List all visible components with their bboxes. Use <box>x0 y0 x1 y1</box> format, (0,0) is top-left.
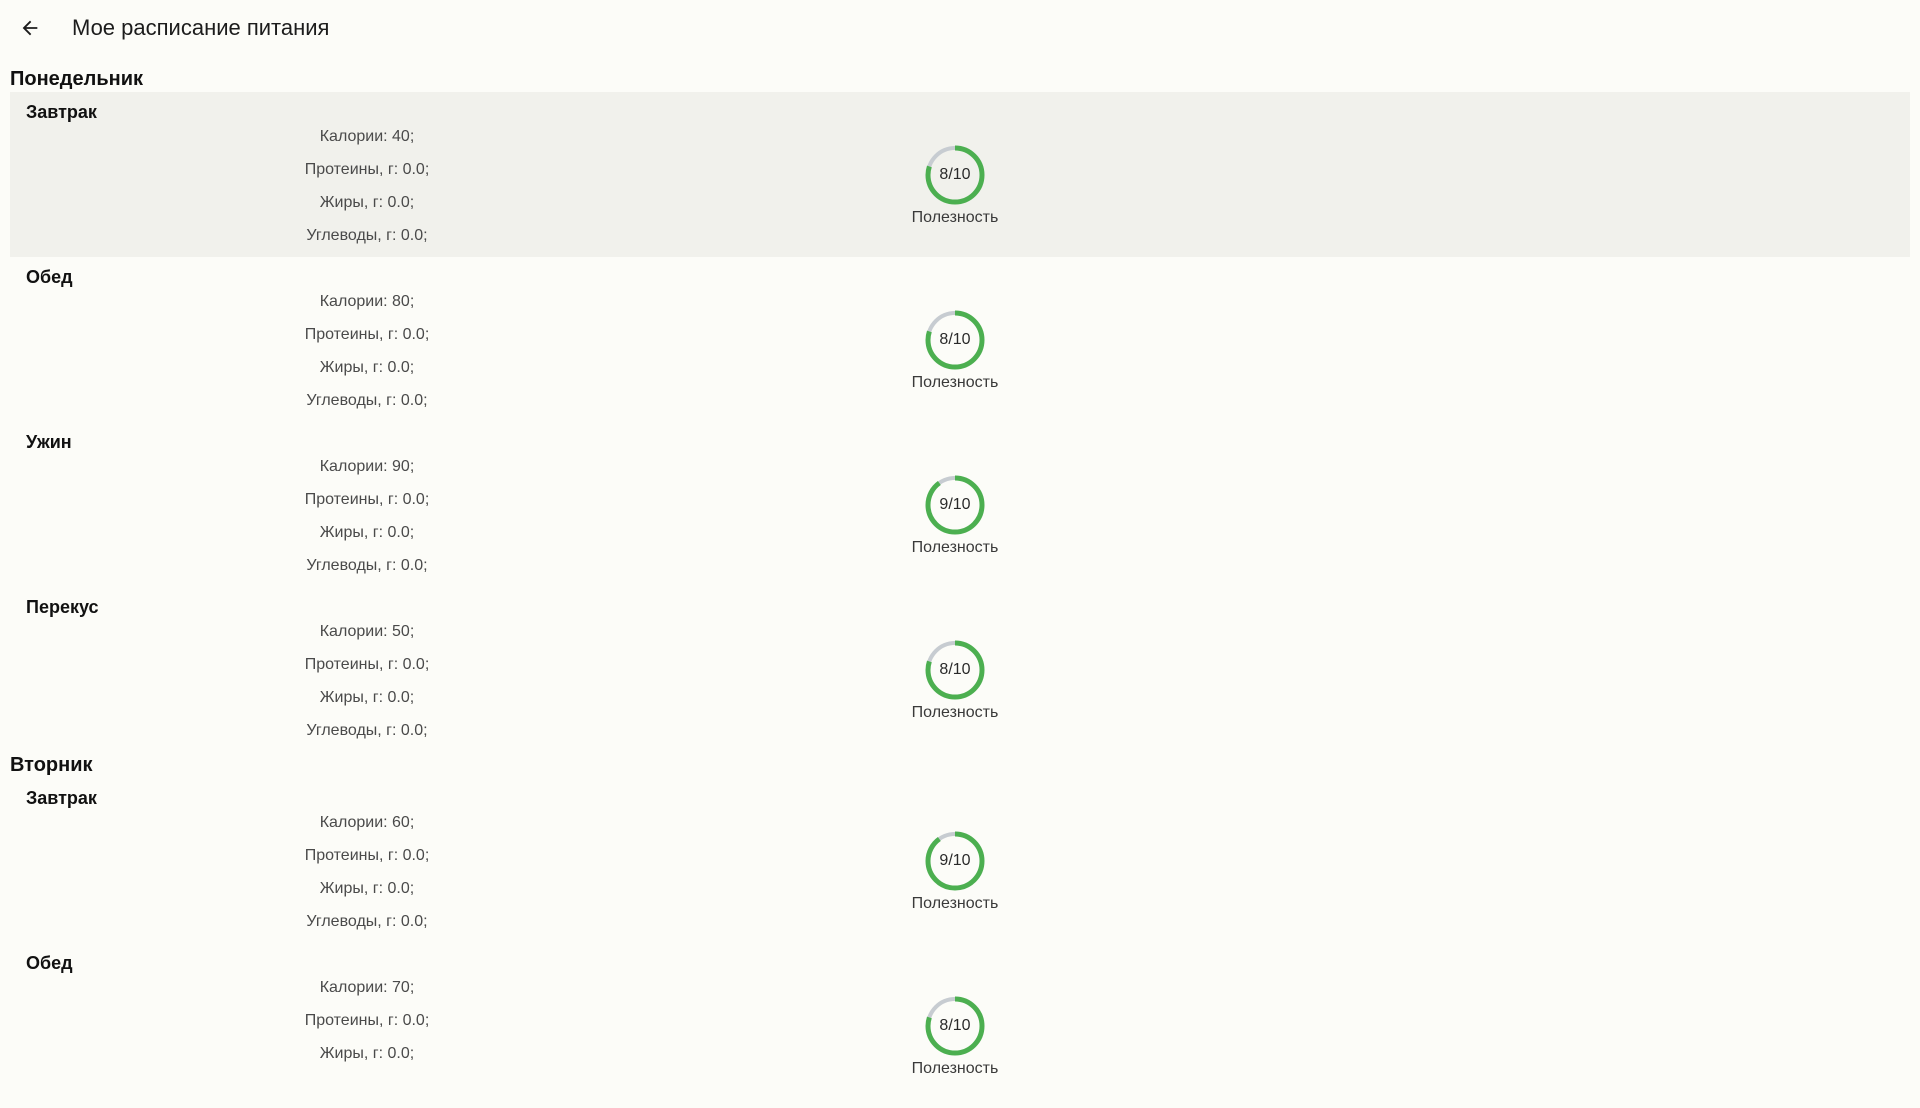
meal-card[interactable]: Завтрак Калории: 60; Протеины, г: 0.0; Жиры… <box>10 778 1910 943</box>
score-ring: 8/10 <box>924 639 986 701</box>
back-button[interactable] <box>14 12 46 44</box>
score-ring: 9/10 <box>924 474 986 536</box>
fat-text: Жиры, г: 0.0; <box>319 1045 415 1062</box>
fat-text: Жиры, г: 0.0; <box>319 880 415 897</box>
meal-name: Завтрак <box>26 102 97 122</box>
schedule-list[interactable]: Понедельник Завтрак Калории: 40; Протеины, … <box>10 66 1910 1108</box>
meal-card[interactable]: Ужин Калории: 90; Протеины, г: 0.0; Жиры, г… <box>10 422 1910 587</box>
score-ring: 8/10 <box>924 995 986 1057</box>
meal-name: Обед <box>26 267 73 287</box>
nutrient-list: Калории: 90; Протеины, г: 0.0; Жиры, г: 0.… <box>227 450 507 582</box>
calories-text: Калории: 50; <box>319 623 415 640</box>
protein-text: Протеины, г: 0.0; <box>304 491 430 508</box>
meal-name: Завтрак <box>26 788 97 808</box>
arrow-back-icon <box>22 20 38 36</box>
meal-card[interactable]: Обед Калории: 70; Протеины, г: 0.0; Жиры, г… <box>10 943 1910 1108</box>
carbs-text: Углеводы, г: 0.0; <box>306 392 428 409</box>
calories-text: Калории: 40; <box>319 128 415 145</box>
score-value: 8/10 <box>939 166 971 183</box>
score-label: Полезность <box>911 1060 999 1077</box>
usefulness-score: 8/10 Полезность <box>885 639 1025 724</box>
protein-text: Протеины, г: 0.0; <box>304 161 430 178</box>
carbs-text: Углеводы, г: 0.0; <box>306 227 428 244</box>
day-title: Вторник <box>10 754 93 776</box>
usefulness-score: 8/10 Полезность <box>885 995 1025 1080</box>
nutrient-list: Калории: 50; Протеины, г: 0.0; Жиры, г: 0.… <box>227 615 507 747</box>
nutrient-list: Калории: 80; Протеины, г: 0.0; Жиры, г: 0.… <box>227 285 507 417</box>
carbs-text: Углеводы, г: 0.0; <box>306 722 428 739</box>
fat-text: Жиры, г: 0.0; <box>319 689 415 706</box>
fat-text: Жиры, г: 0.0; <box>319 359 415 376</box>
carbs-text <box>227 1070 507 1103</box>
score-label: Полезность <box>911 895 999 912</box>
meal-card[interactable]: Обед Калории: 80; Протеины, г: 0.0; Жиры, г… <box>10 257 1910 422</box>
score-value: 8/10 <box>939 661 971 678</box>
score-label: Полезность <box>911 209 999 226</box>
meal-name: Ужин <box>26 432 72 452</box>
protein-text: Протеины, г: 0.0; <box>304 656 430 673</box>
meal-card[interactable]: Перекус Калории: 50; Протеины, г: 0.0; Жиры… <box>10 587 1910 752</box>
carbs-text: Углеводы, г: 0.0; <box>306 557 428 574</box>
usefulness-score: 8/10 Полезность <box>885 309 1025 394</box>
fat-text: Жиры, г: 0.0; <box>319 194 415 211</box>
protein-text: Протеины, г: 0.0; <box>304 326 430 343</box>
nutrient-list: Калории: 40; Протеины, г: 0.0; Жиры, г: 0.… <box>227 120 507 252</box>
usefulness-score: 9/10 Полезность <box>885 474 1025 559</box>
score-label: Полезность <box>911 374 999 391</box>
nutrient-list: Калории: 70; Протеины, г: 0.0; Жиры, г: 0.… <box>227 971 507 1103</box>
calories-text: Калории: 70; <box>319 979 415 996</box>
score-value: 9/10 <box>939 496 971 513</box>
score-ring: 8/10 <box>924 309 986 371</box>
score-ring: 9/10 <box>924 830 986 892</box>
day-section: Вторник Завтрак Калории: 60; Протеины, г: 0… <box>10 752 1910 1108</box>
day-title: Понедельник <box>10 68 143 90</box>
meal-card[interactable]: Завтрак Калории: 40; Протеины, г: 0.0; Жиры… <box>10 92 1910 257</box>
score-label: Полезность <box>911 539 999 556</box>
fat-text: Жиры, г: 0.0; <box>319 524 415 541</box>
calories-text: Калории: 60; <box>319 814 415 831</box>
score-value: 8/10 <box>939 331 971 348</box>
score-label: Полезность <box>911 704 999 721</box>
meal-name: Обед <box>26 953 73 973</box>
meal-name: Перекус <box>26 597 99 617</box>
usefulness-score: 8/10 Полезность <box>885 144 1025 229</box>
app-bar: Мое расписание питания <box>0 0 1920 56</box>
nutrient-list: Калории: 60; Протеины, г: 0.0; Жиры, г: 0.… <box>227 806 507 938</box>
protein-text: Протеины, г: 0.0; <box>304 847 430 864</box>
score-value: 9/10 <box>939 852 971 869</box>
page-title: Мое расписание питания <box>72 15 330 40</box>
calories-text: Калории: 80; <box>319 293 415 310</box>
usefulness-score: 9/10 Полезность <box>885 830 1025 915</box>
carbs-text: Углеводы, г: 0.0; <box>306 913 428 930</box>
score-value: 8/10 <box>939 1017 971 1034</box>
calories-text: Калории: 90; <box>319 458 415 475</box>
score-ring: 8/10 <box>924 144 986 206</box>
day-section: Понедельник Завтрак Калории: 40; Протеины, … <box>10 66 1910 752</box>
protein-text: Протеины, г: 0.0; <box>304 1012 430 1029</box>
